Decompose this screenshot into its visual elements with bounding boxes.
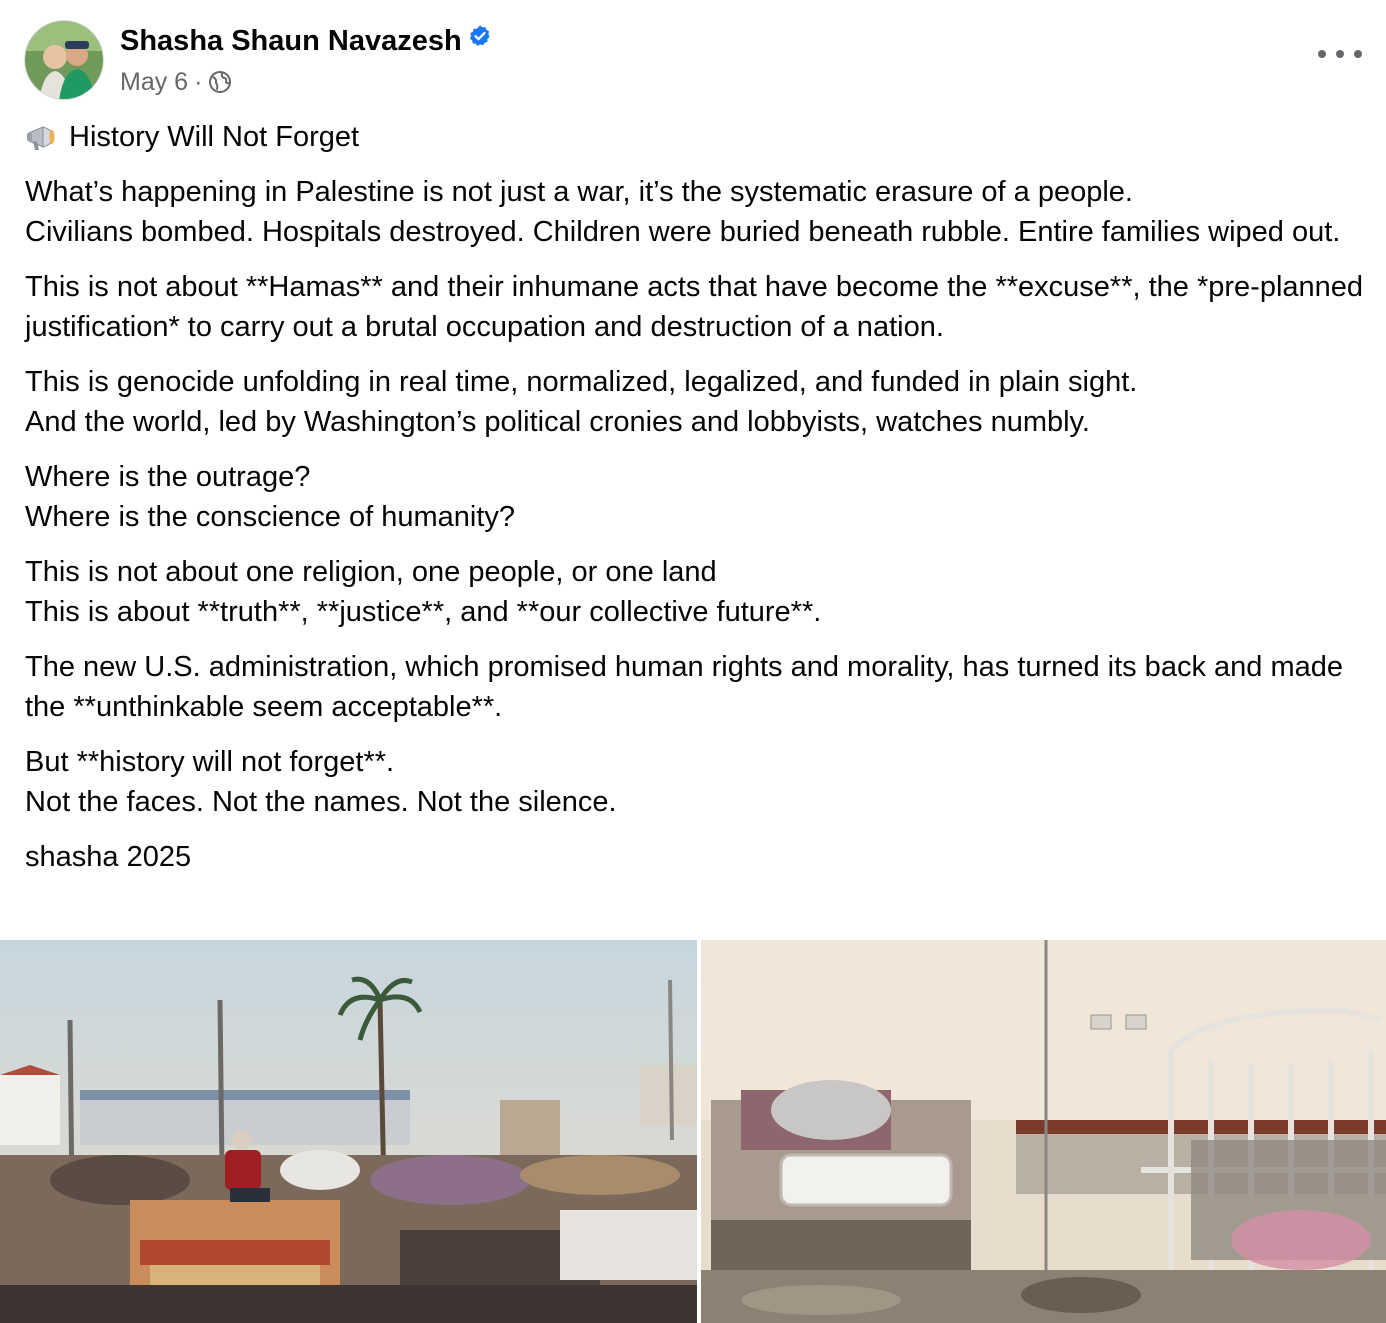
post-text-line: Where is the outrage? [25,461,311,493]
post-title-line: History Will Not Forget [25,117,1370,157]
post-paragraph: This is genocide unfolding in real time,… [25,362,1370,442]
post-date[interactable]: May 6 [120,68,188,96]
meta-separator: · [194,68,203,96]
author-name-text[interactable]: Shasha Shaun Navazesh [120,25,462,57]
post-header: Shasha Shaun Navazesh May 6 · [24,20,1362,100]
post-text-line: This is genocide unfolding in real time,… [25,366,1138,398]
megaphone-icon [27,126,55,150]
more-options-icon[interactable] [1318,42,1362,66]
photo-destroyed-hospital-room[interactable] [701,940,1386,1323]
post-body: History Will Not Forget What’s happening… [25,117,1370,892]
post-text-line: This is not about **Hamas** and their in… [25,271,1364,343]
author-name[interactable]: Shasha Shaun Navazesh [120,22,492,60]
post-paragraph: This is not about **Hamas** and their in… [25,267,1370,347]
post-title: History Will Not Forget [69,121,360,153]
post-text-line: Not the faces. Not the names. Not the si… [25,786,617,818]
post-paragraph: Where is the outrage? Where is the consci… [25,457,1370,537]
post-text-line: Civilians bombed. Hospitals destroyed. C… [25,216,1341,248]
post-meta: May 6 · [120,66,232,98]
post-text-line: The new U.S. administration, which promi… [25,651,1343,723]
post-paragraph: shasha 2025 [25,837,1370,877]
more-dot [1336,50,1344,58]
post-text-line: This is not about one religion, one peop… [25,556,717,588]
post-paragraph: The new U.S. administration, which promi… [25,647,1370,727]
post-text-line: shasha 2025 [25,841,192,873]
photo-gallery [0,940,1386,1323]
post-text-line: What’s happening in Palestine is not jus… [25,176,1133,208]
post-paragraph: What’s happening in Palestine is not jus… [25,172,1370,252]
post-text-line: And the world, led by Washington’s polit… [25,406,1090,438]
post-text-line: But **history will not forget**. [25,746,395,778]
post-paragraphs: What’s happening in Palestine is not jus… [25,172,1370,877]
post-text-line: This is about **truth**, **justice**, an… [25,596,822,628]
more-dot [1354,50,1362,58]
more-dot [1318,50,1326,58]
photo-crowd-displacement[interactable] [0,940,697,1323]
globe-icon[interactable] [208,70,232,94]
post-text-line: Where is the conscience of humanity? [25,501,516,533]
author-avatar[interactable] [24,20,104,100]
post-paragraph: But **history will not forget**. Not the … [25,742,1370,822]
verified-badge-icon [469,25,490,46]
post-paragraph: This is not about one religion, one peop… [25,552,1370,632]
facebook-post: Shasha Shaun Navazesh May 6 · History Wi… [0,0,1386,1323]
